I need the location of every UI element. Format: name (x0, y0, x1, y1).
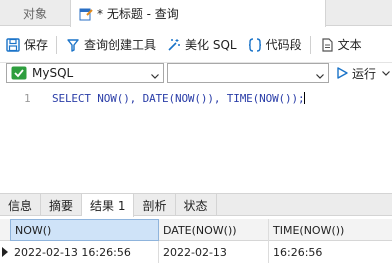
result-tab-label: 结果 1 (90, 199, 126, 213)
result-tab-label: 摘要 (49, 198, 74, 213)
text-caret (304, 92, 306, 104)
tab-result-2[interactable]: 结果 1 (82, 194, 135, 217)
mysql-icon (11, 66, 27, 80)
connection-bar: MySQL 运行 (0, 63, 392, 83)
tab-query-label: * 无标题 - 查询 (97, 7, 179, 21)
column-header[interactable]: DATE(NOW()) (159, 219, 269, 241)
text-document-icon (319, 37, 335, 53)
tab-result-0[interactable]: 信息 (0, 194, 42, 216)
grid-header-row: NOW() DATE(NOW()) TIME(NOW()) (0, 219, 392, 241)
text-button[interactable]: 文本 (314, 33, 367, 57)
tab-result-4[interactable]: 状态 (176, 194, 217, 216)
code-snippet-icon (247, 37, 263, 53)
save-label: 保存 (24, 38, 49, 52)
sql-editor[interactable]: 1 SELECT NOW(), DATE(NOW()), TIME(NOW())… (0, 86, 392, 190)
connection-select[interactable]: MySQL (6, 63, 164, 83)
tab-query[interactable]: * 无标题 - 查询 (70, 0, 326, 27)
run-label: 运行 (352, 66, 377, 81)
sql-code-text: SELECT NOW(), DATE(NOW()), TIME(NOW()); (52, 92, 305, 105)
table-cell[interactable]: 2022-02-13 (159, 241, 269, 263)
toolbar: 保存 查询创建工具 美化 SQL 代码段 文本 (0, 27, 392, 63)
play-icon (335, 66, 349, 80)
result-tabs: 信息 摘要 结果 1 剖析 状态 (0, 193, 392, 217)
run-dropdown-icon[interactable] (381, 68, 391, 78)
tab-objects-label: 对象 (22, 6, 47, 21)
line-number: 1 (24, 92, 31, 105)
code-snippet-label: 代码段 (265, 38, 302, 52)
result-tab-label: 信息 (8, 198, 33, 213)
query-icon (79, 7, 93, 21)
table-row[interactable]: 2022-02-13 16:26:56 2022-02-13 16:26:56 (0, 241, 392, 263)
toolbar-divider (56, 35, 58, 54)
run-button[interactable]: 运行 (335, 63, 391, 83)
beautify-sql-button[interactable]: 美化 SQL (161, 33, 242, 57)
text-label: 文本 (337, 38, 362, 52)
tab-result-3[interactable]: 剖析 (134, 194, 176, 216)
database-select[interactable] (167, 63, 329, 83)
tab-result-1[interactable]: 摘要 (41, 194, 83, 216)
tab-objects[interactable]: 对象 (0, 0, 70, 26)
sql-code[interactable]: SELECT NOW(), DATE(NOW()), TIME(NOW()); (52, 92, 306, 105)
current-row-arrow-icon (0, 241, 10, 263)
connection-value: MySQL (32, 66, 74, 80)
chevron-down-icon (151, 69, 159, 79)
magic-wand-icon (166, 37, 182, 53)
result-tab-label: 剖析 (142, 198, 167, 213)
table-cell[interactable]: 16:26:56 (269, 241, 392, 263)
query-builder-label: 查询创建工具 (84, 38, 157, 52)
column-header[interactable]: NOW() (10, 219, 159, 241)
result-grid[interactable]: NOW() DATE(NOW()) TIME(NOW()) 2022-02-13… (0, 217, 392, 272)
table-cell[interactable]: 2022-02-13 16:26:56 (10, 241, 159, 263)
code-snippet-button[interactable]: 代码段 (242, 33, 307, 57)
query-builder-icon (65, 37, 81, 53)
tab-bar: 对象 * 无标题 - 查询 (0, 0, 392, 27)
beautify-sql-label: 美化 SQL (185, 38, 237, 52)
save-icon (5, 37, 21, 53)
column-header[interactable]: TIME(NOW()) (269, 219, 392, 241)
result-tab-label: 状态 (183, 198, 208, 213)
save-button[interactable]: 保存 (0, 33, 53, 57)
toolbar-divider (309, 35, 311, 54)
query-builder-button[interactable]: 查询创建工具 (60, 33, 161, 57)
row-indicator (0, 219, 10, 241)
chevron-down-icon (316, 69, 324, 79)
